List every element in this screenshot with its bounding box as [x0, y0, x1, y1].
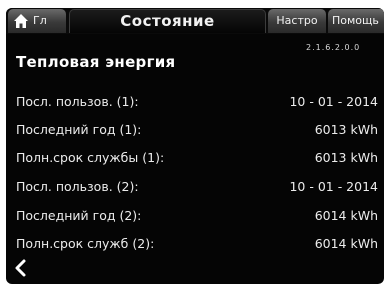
item-label: Полн.срок службы (1):	[16, 150, 165, 165]
item-label: Посл. пользов. (2):	[16, 179, 139, 194]
item-value: 6013 kWh	[314, 122, 378, 137]
tab-home-label: Гл	[33, 14, 47, 27]
item-value: 10 - 01 - 2014	[289, 94, 378, 109]
list-item: Последний год (1): 6013 kWh	[6, 116, 384, 144]
tab-home[interactable]: Гл	[8, 9, 66, 33]
tab-help[interactable]: Помощь	[328, 9, 384, 33]
list-item: Полн.срок служб (2): 6014 kWh	[6, 230, 384, 258]
item-label: Посл. пользов. (1):	[16, 94, 139, 109]
list-item: Полн.срок службы (1): 6013 kWh	[6, 144, 384, 172]
item-value: 6014 kWh	[314, 236, 378, 251]
item-label: Последний год (2):	[16, 208, 142, 223]
device-screen: Гл Состояние Настро Помощь 2.1.6.2.0.0 Т…	[6, 8, 384, 284]
item-label: Последний год (1):	[16, 122, 142, 137]
list-item: Посл. пользов. (1): 10 - 01 - 2014	[6, 88, 384, 116]
tab-settings-label: Настро	[276, 14, 318, 27]
section-title: Тепловая энергия	[16, 53, 176, 71]
tab-help-label: Помощь	[332, 14, 379, 27]
tab-status-label: Состояние	[120, 12, 215, 30]
tab-bar: Гл Состояние Настро Помощь	[6, 8, 384, 34]
version-number: 2.1.6.2.0.0	[306, 43, 361, 52]
item-value: 6013 kWh	[314, 150, 378, 165]
item-label: Полн.срок служб (2):	[16, 236, 155, 251]
back-button[interactable]	[12, 258, 32, 278]
home-icon	[14, 14, 28, 28]
tab-status[interactable]: Состояние	[69, 9, 266, 33]
item-value: 6014 kWh	[314, 208, 378, 223]
chevron-left-icon	[15, 259, 26, 277]
tab-settings[interactable]: Настро	[268, 9, 326, 33]
item-value: 10 - 01 - 2014	[289, 179, 378, 194]
list-item: Посл. пользов. (2): 10 - 01 - 2014	[6, 173, 384, 201]
list-item: Последний год (2): 6014 kWh	[6, 202, 384, 230]
